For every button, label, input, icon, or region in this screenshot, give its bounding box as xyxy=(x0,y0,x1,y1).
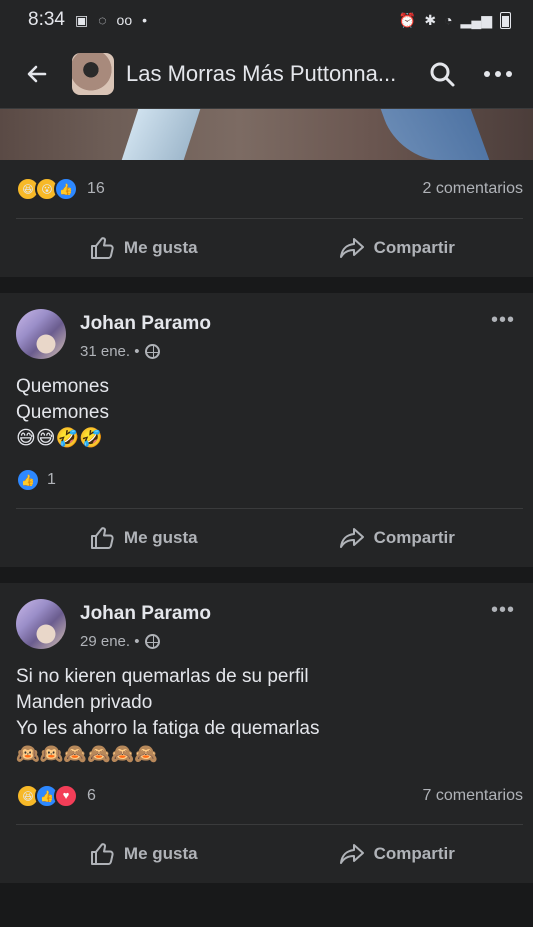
share-icon xyxy=(339,238,364,258)
status-time: 8:34 xyxy=(28,9,65,30)
author-name[interactable]: Johan Paramo xyxy=(80,603,211,625)
dot-icon: • xyxy=(142,12,148,28)
reaction-count: 6 xyxy=(87,787,96,804)
like-button[interactable]: Me gusta xyxy=(16,524,270,552)
post-line: Manden privado xyxy=(16,692,153,713)
globe-icon xyxy=(145,344,161,359)
post-emoji-line: 😅😅🤣🤣 xyxy=(16,428,103,449)
post-line: Quemones xyxy=(16,376,109,397)
thumbs-up-icon xyxy=(90,843,114,865)
search-button[interactable] xyxy=(425,57,459,91)
post-line: Quemones xyxy=(16,402,109,423)
post-menu-button[interactable]: ••• xyxy=(491,309,515,332)
post-photo[interactable] xyxy=(0,109,533,160)
signal-icon: ▂▄▆ xyxy=(460,11,492,28)
back-arrow-icon xyxy=(27,65,47,83)
share-button[interactable]: Compartir xyxy=(270,234,524,262)
reaction-count: 16 xyxy=(87,180,105,197)
group-title[interactable]: Las Morras Más Puttonna... xyxy=(126,61,403,87)
status-bar: 8:34 ▣ ◌ oo • ⏰ ✱ ◔ ▂▄▆ xyxy=(0,0,533,40)
post-text: Quemones Quemones 😅😅🤣🤣 xyxy=(0,360,533,452)
reaction-count: 1 xyxy=(47,471,56,488)
author-name[interactable]: Johan Paramo xyxy=(80,313,211,335)
wifi-icon: ◔ xyxy=(444,12,453,28)
like-label: Me gusta xyxy=(123,238,198,257)
share-icon xyxy=(339,528,364,548)
like-reaction-icon: 👍 xyxy=(16,468,40,492)
reaction-summary[interactable]: 😆 👍 ♥ 6 xyxy=(16,784,96,808)
reaction-summary[interactable]: 👍 1 xyxy=(16,468,56,492)
share-label: Compartir xyxy=(373,844,455,863)
share-button[interactable]: Compartir xyxy=(270,524,524,552)
share-button[interactable]: Compartir xyxy=(270,840,524,868)
love-icon: ♥ xyxy=(54,784,78,808)
voicemail-icon: oo xyxy=(116,12,133,28)
comments-count[interactable]: 7 comentarios xyxy=(423,787,524,805)
post-menu-button[interactable]: ••• xyxy=(491,599,515,622)
reaction-summary[interactable]: 😆 😮 👍 16 xyxy=(16,177,105,201)
like-button[interactable]: Me gusta xyxy=(16,840,270,868)
like-label: Me gusta xyxy=(123,528,198,547)
whatsapp-icon: ◌ xyxy=(98,12,107,28)
more-options-button[interactable] xyxy=(481,57,515,91)
post-line: Yo les ahorro la fatiga de quemarlas xyxy=(16,718,320,739)
share-label: Compartir xyxy=(373,528,455,547)
globe-icon xyxy=(145,634,161,649)
avatar[interactable] xyxy=(16,309,66,359)
post: Johan Paramo 31 ene. • ••• Quemones Quem… xyxy=(0,293,533,567)
thumbs-up-icon xyxy=(90,237,114,259)
like-label: Me gusta xyxy=(123,844,198,863)
post-emoji-line: 🙉🙉🙈🙈🙈🙈 xyxy=(16,744,158,765)
search-icon xyxy=(430,62,455,87)
post-line: Si no kieren quemarlas de su perfil xyxy=(16,666,309,687)
gallery-icon: ▣ xyxy=(74,11,89,28)
battery-icon xyxy=(500,11,511,29)
thumbs-up-icon xyxy=(90,527,114,549)
like-button[interactable]: Me gusta xyxy=(16,234,270,262)
bluetooth-icon: ✱ xyxy=(424,11,437,28)
comments-count[interactable]: 2 comentarios xyxy=(423,180,524,198)
post-footer: 😆 😮 👍 16 2 comentarios Me gusta Comparti… xyxy=(0,160,533,277)
post: Johan Paramo 29 ene. • ••• Si no kieren … xyxy=(0,583,533,883)
more-icon xyxy=(484,71,512,77)
share-icon xyxy=(339,844,364,864)
app-bar: Las Morras Más Puttonna... xyxy=(0,40,533,109)
post-date[interactable]: 29 ene. • xyxy=(80,633,139,650)
like-reaction-icon: 👍 xyxy=(54,177,78,201)
back-button[interactable] xyxy=(22,59,52,89)
post-date[interactable]: 31 ene. • xyxy=(80,343,139,360)
avatar[interactable] xyxy=(16,599,66,649)
share-label: Compartir xyxy=(373,238,455,257)
alarm-icon: ⏰ xyxy=(398,11,417,28)
post-text: Si no kieren quemarlas de su perfil Mand… xyxy=(0,650,533,768)
group-avatar[interactable] xyxy=(72,53,114,95)
